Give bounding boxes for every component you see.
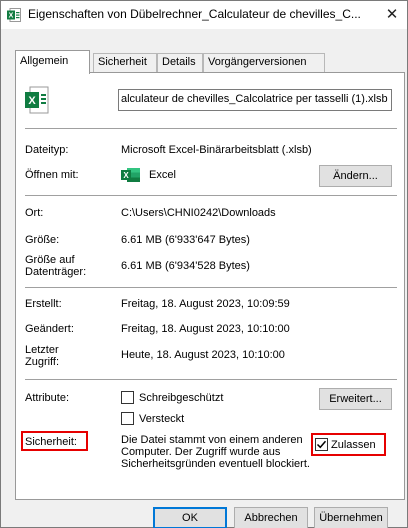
created-label: Erstellt: [25, 298, 62, 310]
open-with-value: Excel [149, 169, 176, 181]
attributes-label: Attribute: [25, 392, 70, 404]
window-title: Eigenschaften von Dübelrechner_Calculate… [28, 7, 361, 21]
separator [25, 379, 397, 380]
svg-text:X: X [28, 95, 36, 107]
security-message: Die Datei stammt von einem anderen Compu… [121, 434, 310, 470]
change-button[interactable]: Ändern... [319, 165, 392, 187]
tab-general[interactable]: Allgemein [15, 50, 90, 74]
properties-dialog: X Eigenschaften von Dübelrechner_Calcula… [0, 0, 408, 528]
file-type-label: Dateityp: [25, 144, 69, 156]
separator [25, 195, 397, 196]
disk-size-label-line2: Datenträger: [25, 266, 87, 278]
hidden-checkbox[interactable] [121, 412, 134, 425]
excel-file-icon: X [25, 86, 49, 114]
svg-text:X: X [9, 13, 14, 20]
accessed-value: Heute, 18. August 2023, 10:10:00 [121, 349, 285, 361]
highlight-box-security-label [21, 431, 88, 451]
ok-button[interactable]: OK [153, 507, 227, 528]
location-value: C:\Users\CHNI0242\Downloads [121, 207, 276, 219]
tab-previous-versions[interactable]: Vorgängerversionen [203, 53, 325, 72]
highlight-box-unblock [311, 433, 386, 456]
tab-security[interactable]: Sicherheit [93, 53, 157, 72]
close-button[interactable]: ✕ [377, 1, 407, 29]
tab-details[interactable]: Details [157, 53, 203, 72]
separator [25, 128, 397, 129]
svg-text:X: X [123, 171, 129, 180]
title-bar[interactable]: X Eigenschaften von Dübelrechner_Calcula… [1, 1, 407, 29]
open-with-label: Öffnen mit: [25, 169, 79, 181]
separator [25, 287, 397, 288]
filename-input[interactable]: alculateur de chevilles_Calcolatrice per… [118, 89, 392, 111]
file-type-value: Microsoft Excel-Binärarbeitsblatt (.xlsb… [121, 144, 312, 156]
size-value: 6.61 MB (6'933'647 Bytes) [121, 234, 250, 246]
created-value: Freitag, 18. August 2023, 10:09:59 [121, 298, 290, 310]
modified-value: Freitag, 18. August 2023, 10:10:00 [121, 323, 290, 335]
excel-app-icon: X [121, 168, 140, 182]
cancel-button[interactable]: Abbrechen [234, 507, 308, 528]
modified-label: Geändert: [25, 323, 74, 335]
advanced-button[interactable]: Erweitert... [319, 388, 392, 410]
readonly-checkbox[interactable] [121, 391, 134, 404]
excel-file-icon: X [7, 8, 21, 22]
location-label: Ort: [25, 207, 44, 219]
hidden-label[interactable]: Versteckt [139, 413, 184, 426]
disk-size-value: 6.61 MB (6'934'528 Bytes) [121, 260, 250, 272]
accessed-label-line2: Zugriff: [25, 356, 60, 368]
apply-button[interactable]: Übernehmen [314, 507, 388, 528]
readonly-label[interactable]: Schreibgeschützt [139, 392, 223, 405]
size-label: Größe: [25, 234, 60, 246]
